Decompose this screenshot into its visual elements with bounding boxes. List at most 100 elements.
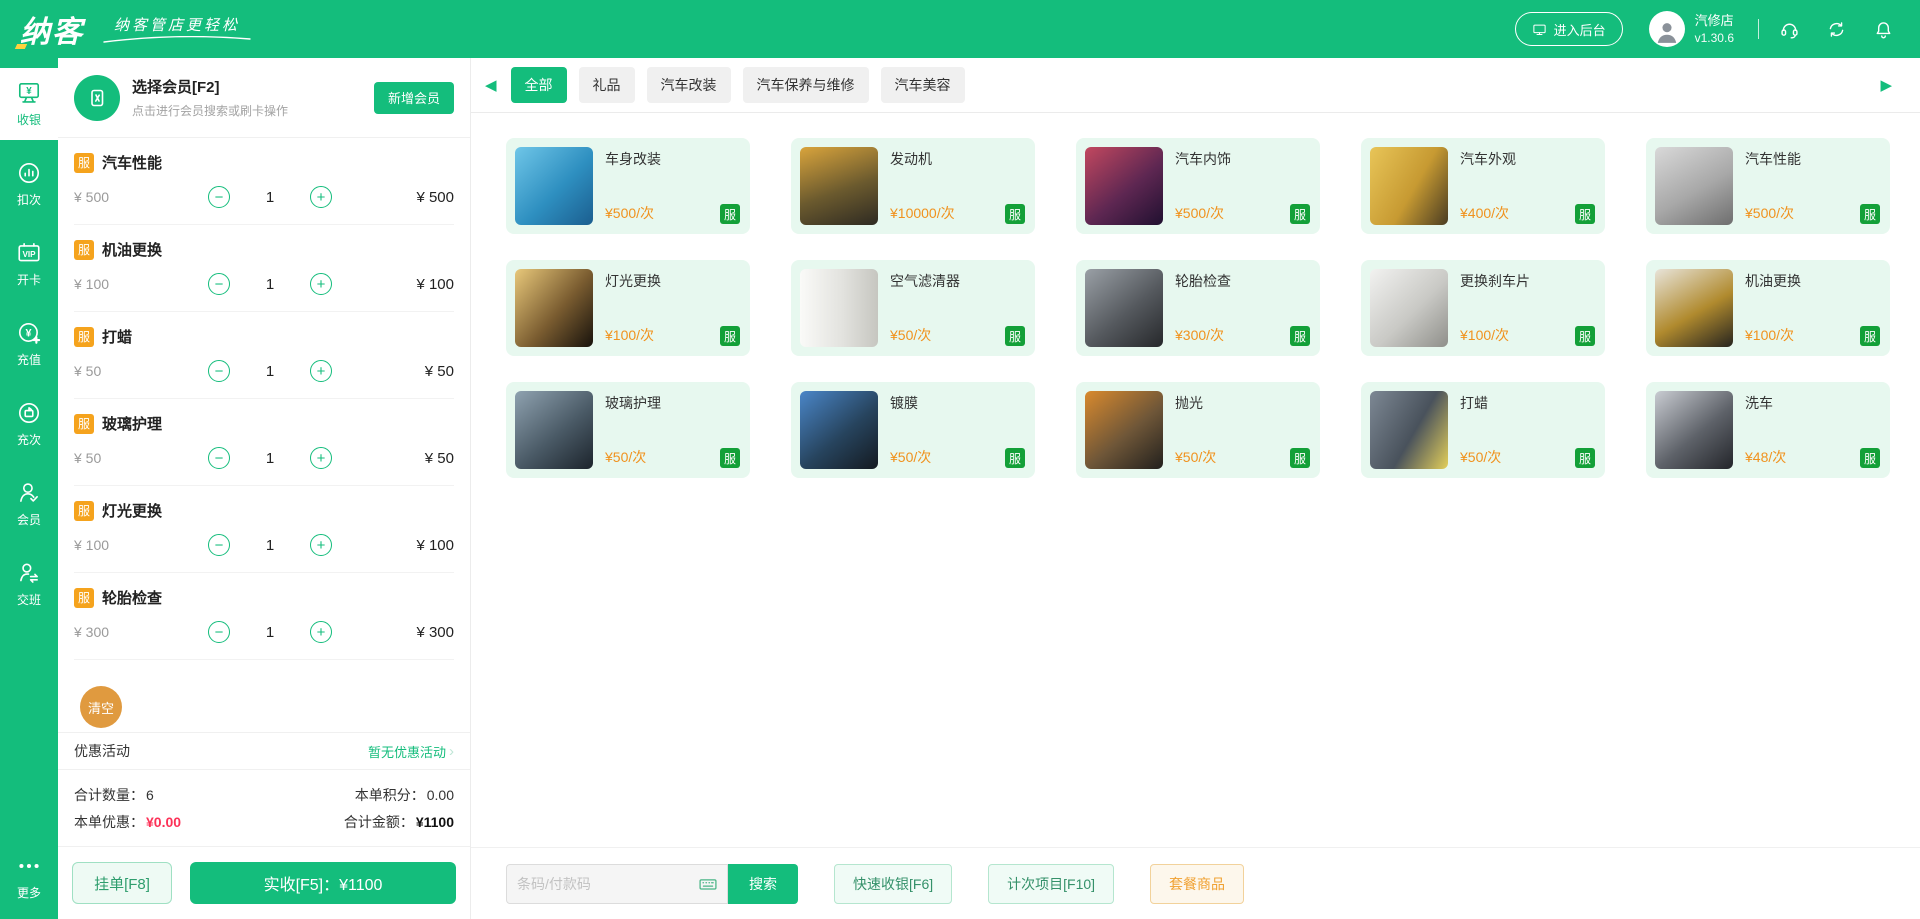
barcode-input[interactable] [506, 864, 728, 904]
oil-change-photo [1655, 269, 1733, 347]
quick-cashier-button[interactable]: 快速收银[F6] [834, 864, 952, 904]
sync-icon[interactable] [1826, 19, 1847, 40]
service-badge: 服 [1005, 204, 1025, 224]
decrease-qty-button[interactable]: − [208, 534, 230, 556]
service-badge: 服 [720, 204, 740, 224]
category-tab-汽车保养与维修[interactable]: 汽车保养与维修 [743, 67, 869, 103]
vip-card-icon: VIP [16, 240, 42, 266]
product-name: 打蜡 [1460, 393, 1596, 413]
service-badge: 服 [1005, 448, 1025, 468]
member-icon [16, 480, 42, 506]
product-card[interactable]: 玻璃护理 ¥50/次 服 [506, 382, 750, 478]
product-card[interactable]: 空气滤清器 ¥50/次 服 [791, 260, 1035, 356]
decrease-qty-button[interactable]: − [208, 621, 230, 643]
search-button[interactable]: 搜索 [728, 864, 798, 904]
sidebar-item-more[interactable]: 更多 [0, 841, 58, 913]
sidebar-item-收银[interactable]: ¥ 收银 [0, 68, 58, 140]
add-member-button[interactable]: 新增会员 [374, 82, 454, 114]
cart-item-qty: 1 [248, 624, 292, 641]
sidebar-item-充值[interactable]: ¥ 充值 [0, 308, 58, 380]
cart-item-qty: 1 [248, 363, 292, 380]
product-card[interactable]: 镀膜 ¥50/次 服 [791, 382, 1035, 478]
product-card[interactable]: 车身改装 ¥500/次 服 [506, 138, 750, 234]
store-name: 汽修店 [1695, 12, 1734, 30]
package-goods-button[interactable]: 套餐商品 [1150, 864, 1244, 904]
product-card[interactable]: 轮胎检查 ¥300/次 服 [1076, 260, 1320, 356]
product-name: 汽车内饰 [1175, 149, 1311, 169]
category-tab-汽车美容[interactable]: 汽车美容 [881, 67, 965, 103]
product-card[interactable]: 更换刹车片 ¥100/次 服 [1361, 260, 1605, 356]
recharge-icon: ¥ [16, 320, 42, 346]
decrease-qty-button[interactable]: − [208, 360, 230, 382]
product-name: 轮胎检查 [1175, 271, 1311, 291]
increase-qty-button[interactable]: + [310, 534, 332, 556]
count-item-button[interactable]: 计次项目[F10] [988, 864, 1114, 904]
cart-item-unit-price: ¥ 100 [74, 276, 208, 292]
enter-backend-button[interactable]: 进入后台 [1515, 12, 1623, 46]
product-card[interactable]: 发动机 ¥10000/次 服 [791, 138, 1035, 234]
category-tab-全部[interactable]: 全部 [511, 67, 567, 103]
clear-cart-button[interactable]: 清空 [80, 686, 122, 728]
category-tab-bar: ◀ 全部礼品汽车改装汽车保养与维修汽车美容 ▶ [471, 58, 1920, 113]
product-card[interactable]: 抛光 ¥50/次 服 [1076, 382, 1320, 478]
sidebar-item-开卡[interactable]: VIP 开卡 [0, 228, 58, 300]
product-card[interactable]: 机油更换 ¥100/次 服 [1646, 260, 1890, 356]
product-card[interactable]: 汽车内饰 ¥500/次 服 [1076, 138, 1320, 234]
promo-link[interactable]: 暂无优惠活动 › [368, 742, 454, 761]
cart-item-name: 机油更换 [102, 239, 162, 260]
promo-label: 优惠活动 [74, 741, 130, 761]
decrease-qty-button[interactable]: − [208, 186, 230, 208]
cash-register-icon: ¥ [16, 80, 42, 106]
sidebar-item-充次[interactable]: 充次 [0, 388, 58, 460]
member-card-icon[interactable] [74, 75, 120, 121]
coating-photo [800, 391, 878, 469]
air-filter-photo [800, 269, 878, 347]
cart-item-unit-price: ¥ 50 [74, 363, 208, 379]
avatar[interactable] [1649, 11, 1685, 47]
chevron-right-icon: › [449, 743, 454, 760]
product-card[interactable]: 洗车 ¥48/次 服 [1646, 382, 1890, 478]
decrease-qty-button[interactable]: − [208, 273, 230, 295]
increase-qty-button[interactable]: + [310, 186, 332, 208]
tabs-prev-arrow-icon[interactable]: ◀ [483, 76, 499, 94]
customer-service-icon[interactable] [1779, 19, 1800, 40]
sidebar-item-会员[interactable]: 会员 [0, 468, 58, 540]
category-tab-礼品[interactable]: 礼品 [579, 67, 635, 103]
order-points: 本单积分：0.00 [355, 785, 454, 805]
promo-row: 优惠活动 暂无优惠活动 › [58, 732, 470, 770]
sidebar-item-交班[interactable]: 交班 [0, 548, 58, 620]
increase-qty-button[interactable]: + [310, 621, 332, 643]
service-badge: 服 [720, 326, 740, 346]
service-badge: 服 [74, 501, 94, 521]
car-interior-photo [1085, 147, 1163, 225]
hold-order-button[interactable]: 挂单[F8] [72, 862, 172, 904]
category-tab-汽车改装[interactable]: 汽车改装 [647, 67, 731, 103]
checkout-button[interactable]: 实收[F5]：¥1100 [190, 862, 456, 904]
product-card[interactable]: 汽车性能 ¥500/次 服 [1646, 138, 1890, 234]
total-qty: 合计数量：6 [74, 785, 154, 805]
increase-qty-button[interactable]: + [310, 360, 332, 382]
increase-qty-button[interactable]: + [310, 447, 332, 469]
user-icon [1654, 19, 1680, 45]
cart-footer: 挂单[F8] 实收[F5]：¥1100 [58, 847, 470, 919]
decrease-qty-button[interactable]: − [208, 447, 230, 469]
increase-qty-button[interactable]: + [310, 273, 332, 295]
cart-item-name: 轮胎检查 [102, 587, 162, 608]
tabs-next-arrow-icon[interactable]: ▶ [1878, 76, 1894, 94]
service-badge: 服 [1860, 448, 1880, 468]
product-name: 汽车性能 [1745, 149, 1881, 169]
product-card[interactable]: 汽车外观 ¥400/次 服 [1361, 138, 1605, 234]
cart-item-unit-price: ¥ 500 [74, 189, 208, 205]
product-card[interactable]: 灯光更换 ¥100/次 服 [506, 260, 750, 356]
member-select-area[interactable]: 选择会员[F2] 点击进行会员搜索或刷卡操作 [132, 76, 374, 119]
product-name: 车身改装 [605, 149, 741, 169]
product-card[interactable]: 打蜡 ¥50/次 服 [1361, 382, 1605, 478]
sidebar-item-扣次[interactable]: 扣次 [0, 148, 58, 220]
cart-item: 服 机油更换 ¥ 100 − 1 + ¥ 100 [74, 225, 454, 312]
service-badge: 服 [74, 414, 94, 434]
logo-tagline: 纳客管店更轻松 [102, 14, 252, 44]
engine-photo [800, 147, 878, 225]
notification-icon[interactable] [1873, 19, 1894, 40]
app-version: v1.30.6 [1695, 30, 1734, 46]
more-icon [16, 853, 42, 879]
